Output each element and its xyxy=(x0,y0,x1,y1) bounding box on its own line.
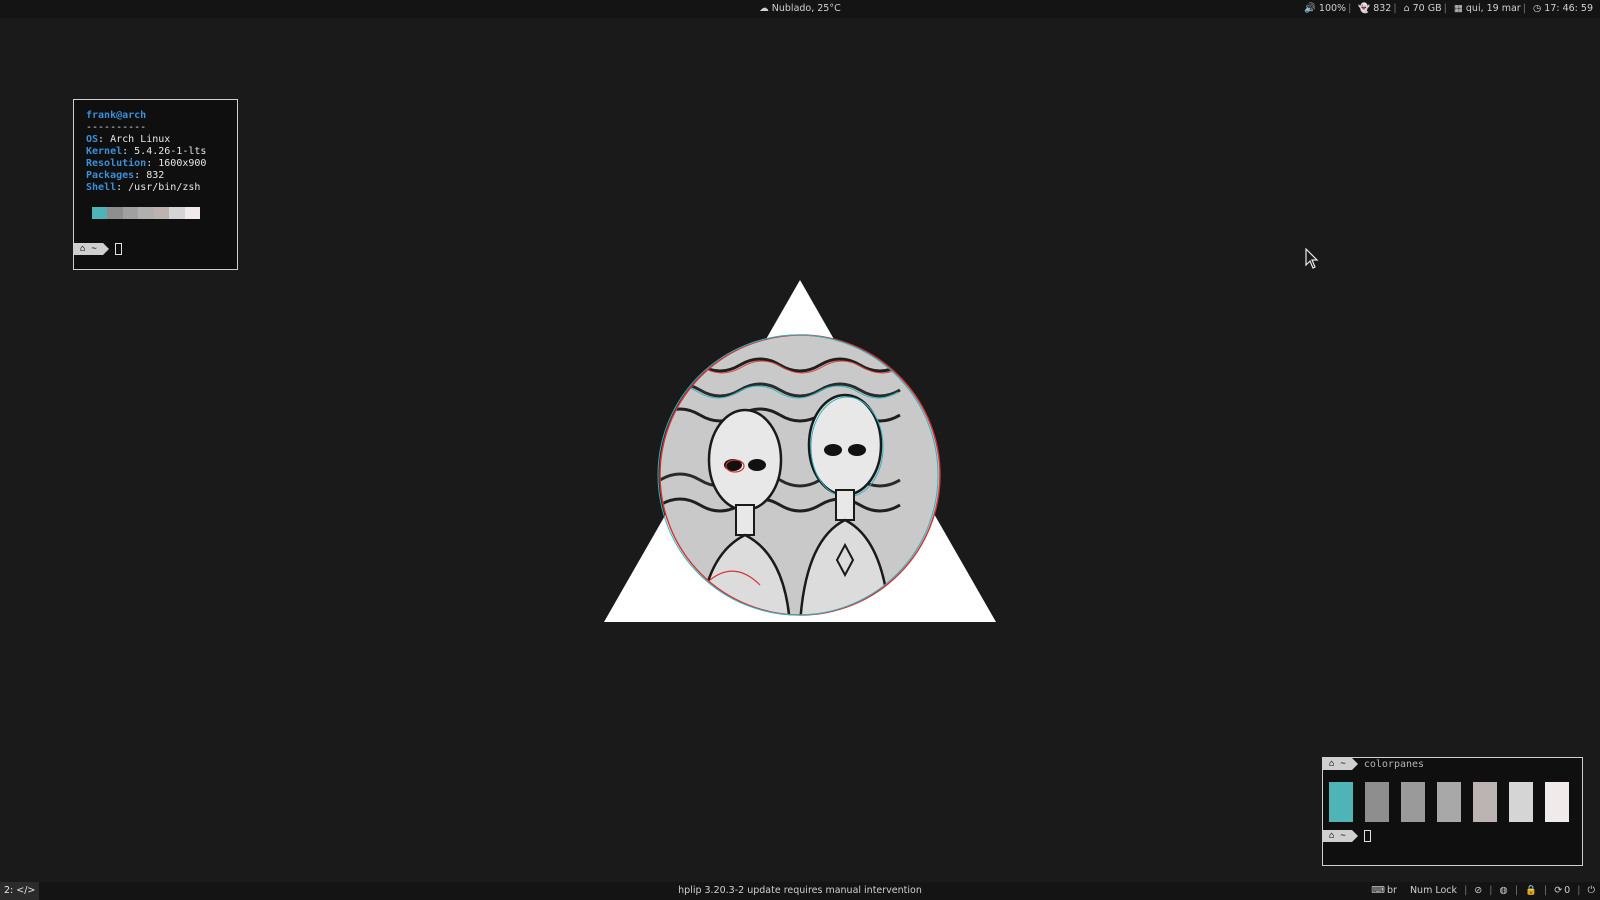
colorpanes-terminal[interactable]: ⌂ ~ colorpanes ⌂ ~ xyxy=(1322,757,1583,866)
palette-swatch xyxy=(122,207,139,219)
numlock-indicator[interactable]: Num Lock xyxy=(1410,885,1457,896)
field-key: Packages xyxy=(86,170,135,181)
field-value: : 1600x900 xyxy=(146,158,207,169)
separator: | xyxy=(1543,885,1548,896)
alien-triangle-wallpaper xyxy=(604,280,996,622)
camera-off-icon[interactable]: ⊘ xyxy=(1474,885,1482,896)
prompt-segment: ⌂ ~ xyxy=(1323,830,1358,842)
keyboard-icon: ⌨ xyxy=(1371,885,1385,896)
prompt-dir: ~ xyxy=(1340,831,1346,841)
calendar-icon: ▦ xyxy=(1453,3,1463,14)
palette-swatch xyxy=(184,207,200,219)
packages-module[interactable]: 👻 832 xyxy=(1358,0,1391,18)
keyboard-layout[interactable]: br xyxy=(1387,885,1397,896)
neofetch-terminal[interactable]: frank@arch ---------- OS: Arch Linux Ker… xyxy=(73,99,238,270)
power-icon[interactable]: ⏻ xyxy=(1587,885,1595,896)
color-pane xyxy=(1365,782,1389,822)
prompt-segment: ⌂ ~ xyxy=(1323,758,1358,770)
clock-icon: ◷ xyxy=(1532,3,1542,14)
field-key: Kernel xyxy=(86,146,123,157)
disk-module[interactable]: ⌂ 70 GB xyxy=(1404,0,1442,18)
shell-prompt: ⌂ ~ xyxy=(74,243,122,255)
separator: | xyxy=(1577,885,1581,896)
field-key: Shell xyxy=(86,182,117,193)
home-icon: ⌂ xyxy=(80,244,86,254)
separator: | xyxy=(1522,3,1526,14)
field-key: Resolution xyxy=(86,158,147,169)
time-value: 17: 46: 59 xyxy=(1544,3,1593,14)
text-cursor xyxy=(1363,830,1371,842)
color-pane xyxy=(1473,782,1497,822)
palette-swatch xyxy=(153,207,170,219)
color-pane xyxy=(1401,782,1425,822)
prompt-dir: ~ xyxy=(1340,759,1346,769)
field-value: : Arch Linux xyxy=(98,134,171,145)
tray-modules: ⌨ br Num Lock | ⊘ | ◍ | 🔒 | ⟳ 0 | ⏻ xyxy=(1367,882,1595,900)
separator: | xyxy=(1489,885,1493,896)
home-icon: ⌂ xyxy=(1403,3,1410,14)
neofetch-output: frank@arch ---------- OS: Arch Linux Ker… xyxy=(86,110,206,194)
home-icon: ⌂ xyxy=(1329,831,1335,841)
color-pane xyxy=(1509,782,1533,822)
ghost-icon: 👻 xyxy=(1358,3,1371,14)
palette-swatch xyxy=(169,207,185,219)
field-value: : /usr/bin/zsh xyxy=(116,182,201,193)
date-value: qui, 19 mar xyxy=(1465,3,1521,14)
separator: | xyxy=(1514,885,1519,896)
weather-text: Nublado, 25°C xyxy=(771,3,841,14)
status-modules: 🔊 100% | 👻 832 | ⌂ 70 GB | ▦ qui, 19 mar… xyxy=(1301,0,1593,18)
color-pane xyxy=(1437,782,1461,822)
field-value: : 832 xyxy=(134,170,165,181)
clock-module[interactable]: ◷ 17: 46: 59 xyxy=(1533,0,1593,18)
separator: | xyxy=(1443,3,1447,14)
field-key: OS xyxy=(86,134,99,145)
disk-value: 70 GB xyxy=(1412,3,1442,14)
field-value: : 5.4.26-1-lts xyxy=(122,146,207,157)
separator: | xyxy=(1348,3,1352,14)
bottom-bar: 2: </> hplip 3.20.3-2 update requires ma… xyxy=(0,882,1600,900)
speaker-icon: 🔊 xyxy=(1304,3,1316,14)
palette-swatch xyxy=(138,207,154,219)
text-cursor xyxy=(114,243,122,255)
color-panes xyxy=(1329,782,1569,822)
palette-swatch xyxy=(107,207,123,219)
top-bar: ☁ Nublado, 25°C 🔊 100% | 👻 832 | ⌂ 70 GB… xyxy=(0,0,1600,18)
mouse-pointer-icon xyxy=(1305,248,1319,269)
shell-prompt: ⌂ ~ colorpanes xyxy=(1323,758,1424,770)
shell-prompt: ⌂ ~ xyxy=(1323,830,1371,842)
color-palette-bar xyxy=(92,207,200,219)
palette-swatch xyxy=(92,207,108,219)
color-pane xyxy=(1329,782,1353,822)
github-icon[interactable]: ◍ xyxy=(1500,885,1508,896)
update-notification: hplip 3.20.3-2 update requires manual in… xyxy=(678,885,922,896)
color-pane xyxy=(1545,782,1569,822)
updates-icon[interactable]: ⟳ xyxy=(1554,885,1562,896)
command-text: colorpanes xyxy=(1363,758,1425,770)
separator-line: ---------- xyxy=(86,122,147,133)
prompt-segment: ⌂ ~ xyxy=(74,243,109,255)
separator: | xyxy=(1393,3,1397,14)
volume-value: 100% xyxy=(1318,3,1347,14)
updates-count: 0 xyxy=(1564,885,1571,896)
user-host: frank@arch xyxy=(86,110,147,121)
separator: | xyxy=(1464,885,1468,896)
date-module[interactable]: ▦ qui, 19 mar xyxy=(1454,0,1521,18)
volume-module[interactable]: 🔊 100% xyxy=(1304,0,1346,18)
home-icon: ⌂ xyxy=(1329,759,1335,769)
packages-value: 832 xyxy=(1373,3,1392,14)
prompt-dir: ~ xyxy=(91,244,97,254)
cloud-icon: ☁ xyxy=(759,3,769,14)
lock-icon[interactable]: 🔒 xyxy=(1525,885,1537,896)
